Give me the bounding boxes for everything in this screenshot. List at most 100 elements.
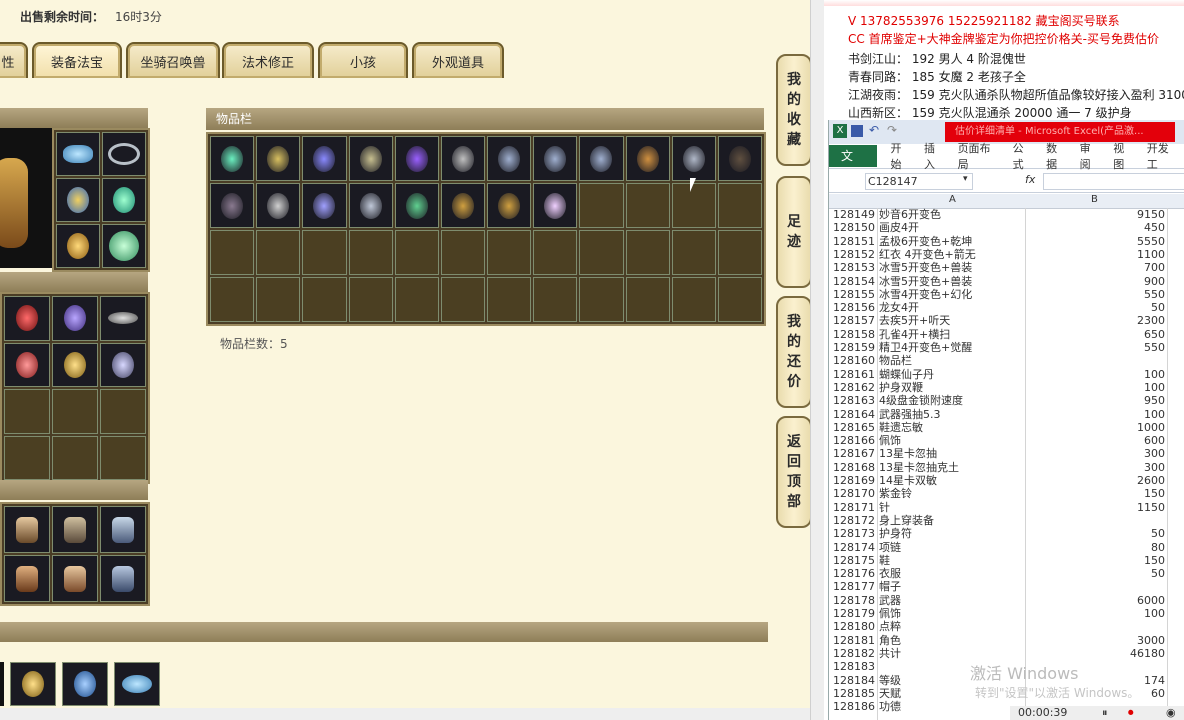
- pause-icon[interactable]: ⏸: [1102, 706, 1108, 720]
- cell-a[interactable]: 针: [879, 501, 1024, 514]
- row-number[interactable]: 128165: [833, 421, 877, 434]
- cell-a[interactable]: 武器: [879, 594, 1024, 607]
- row-number[interactable]: 128183: [833, 660, 877, 673]
- inventory-item[interactable]: [487, 136, 532, 181]
- row-number[interactable]: 128149: [833, 208, 877, 221]
- fx-icon[interactable]: fx: [1025, 173, 1035, 186]
- redo-icon[interactable]: ↷: [887, 123, 897, 137]
- equip-slot[interactable]: [56, 178, 100, 222]
- inventory-empty-slot[interactable]: [210, 277, 255, 322]
- inventory-empty-slot[interactable]: [625, 183, 670, 228]
- pet-slot[interactable]: [100, 506, 146, 553]
- inventory-item[interactable]: [394, 183, 439, 228]
- footprints-button[interactable]: 足迹: [776, 176, 810, 288]
- cell-a[interactable]: 鞋: [879, 554, 1024, 567]
- inventory-empty-slot[interactable]: [717, 183, 762, 228]
- cell-a[interactable]: 红衣 4开变色+箭无: [879, 248, 1024, 261]
- cell-a[interactable]: 精卫4开变色+觉醒: [879, 341, 1024, 354]
- tab-appearance[interactable]: 外观道具: [412, 42, 504, 78]
- name-box[interactable]: C128147: [865, 173, 973, 190]
- row-number[interactable]: 128151: [833, 235, 877, 248]
- cell-a[interactable]: 佩饰: [879, 607, 1024, 620]
- cell-a[interactable]: 14星卡双敏: [879, 474, 1024, 487]
- cell-a[interactable]: 角色: [879, 634, 1024, 647]
- pet-slot[interactable]: [4, 506, 50, 553]
- cell-b[interactable]: 2300: [1029, 314, 1165, 327]
- cell-a[interactable]: 孔雀4开+横扫: [879, 328, 1024, 341]
- row-number[interactable]: 128172: [833, 514, 877, 527]
- tab-mount-pet[interactable]: 坐骑召唤兽: [126, 42, 220, 78]
- inventory-item[interactable]: [487, 183, 532, 228]
- row-number[interactable]: 128168: [833, 461, 877, 474]
- row-number[interactable]: 128155: [833, 288, 877, 301]
- cell-b[interactable]: 100: [1029, 408, 1165, 421]
- cell-a[interactable]: 蝴蝶仙子丹: [879, 368, 1024, 381]
- ribbon-review-tab[interactable]: 审阅: [1080, 140, 1102, 172]
- row-number[interactable]: 128185: [833, 687, 877, 700]
- inventory-empty-slot[interactable]: [579, 277, 624, 322]
- item-slot[interactable]: [52, 296, 98, 341]
- empty-slot[interactable]: [100, 435, 146, 480]
- cell-a[interactable]: 冰雪4开变色+幻化: [879, 288, 1024, 301]
- equip-slot[interactable]: [102, 224, 146, 268]
- cell-b[interactable]: 300: [1029, 447, 1165, 460]
- inventory-empty-slot[interactable]: [579, 230, 624, 275]
- item-slot[interactable]: [114, 662, 160, 706]
- column-a-header[interactable]: A: [949, 194, 956, 205]
- cell-a[interactable]: 冰雪5开变色+兽装: [879, 275, 1024, 288]
- inventory-empty-slot[interactable]: [717, 230, 762, 275]
- cell-b[interactable]: 46180: [1029, 647, 1165, 660]
- tab-spell[interactable]: 法术修正: [222, 42, 314, 78]
- cell-b[interactable]: 650: [1029, 328, 1165, 341]
- cell-b[interactable]: 550: [1029, 341, 1165, 354]
- row-number[interactable]: 128159: [833, 341, 877, 354]
- row-number[interactable]: 128171: [833, 501, 877, 514]
- equip-slot[interactable]: [102, 132, 146, 176]
- pet-slot[interactable]: [4, 555, 50, 602]
- row-number[interactable]: 128160: [833, 354, 877, 367]
- cell-a[interactable]: 佩饰: [879, 434, 1024, 447]
- cell-b[interactable]: 1150: [1029, 501, 1165, 514]
- cell-b[interactable]: 600: [1029, 434, 1165, 447]
- cell-b[interactable]: 100: [1029, 381, 1165, 394]
- cell-b[interactable]: 700: [1029, 261, 1165, 274]
- cell-a[interactable]: 点粹: [879, 620, 1024, 633]
- cell-b[interactable]: 3000: [1029, 634, 1165, 647]
- vertical-scrollbar[interactable]: [810, 0, 825, 720]
- cell-b[interactable]: 1100: [1029, 248, 1165, 261]
- cell-a[interactable]: 物品栏: [879, 354, 1024, 367]
- equip-slot[interactable]: [56, 224, 100, 268]
- cell-b[interactable]: 5550: [1029, 235, 1165, 248]
- cell-a[interactable]: 龙女4开: [879, 301, 1024, 314]
- inventory-empty-slot[interactable]: [440, 277, 485, 322]
- inventory-item[interactable]: [625, 136, 670, 181]
- inventory-item[interactable]: [394, 136, 439, 181]
- row-number[interactable]: 128152: [833, 248, 877, 261]
- row-number[interactable]: 128174: [833, 541, 877, 554]
- cell-a[interactable]: 护身符: [879, 527, 1024, 540]
- row-number[interactable]: 128179: [833, 607, 877, 620]
- cell-a[interactable]: 帽子: [879, 580, 1024, 593]
- inventory-item[interactable]: [302, 136, 347, 181]
- cell-a[interactable]: 4级盘金锁附速度: [879, 394, 1024, 407]
- inventory-empty-slot[interactable]: [487, 230, 532, 275]
- row-number[interactable]: 128153: [833, 261, 877, 274]
- inventory-item[interactable]: [717, 136, 762, 181]
- cell-b[interactable]: 2600: [1029, 474, 1165, 487]
- cell-b[interactable]: 9150: [1029, 208, 1165, 221]
- save-icon[interactable]: [851, 125, 863, 137]
- cell-b[interactable]: 50: [1029, 567, 1165, 580]
- row-number[interactable]: 128176: [833, 567, 877, 580]
- cell-a[interactable]: 冰雪5开变色+兽装: [879, 261, 1024, 274]
- ribbon-developer-tab[interactable]: 开发工: [1147, 140, 1179, 172]
- inventory-item[interactable]: [533, 136, 578, 181]
- inventory-item[interactable]: [210, 183, 255, 228]
- my-favorites-button[interactable]: 我的收藏: [776, 54, 810, 166]
- inventory-item[interactable]: [302, 183, 347, 228]
- cell-a[interactable]: 画皮4开: [879, 221, 1024, 234]
- cell-a[interactable]: 紫金铃: [879, 487, 1024, 500]
- cell-b[interactable]: 300: [1029, 461, 1165, 474]
- row-number[interactable]: 128186: [833, 700, 877, 713]
- inventory-empty-slot[interactable]: [256, 277, 301, 322]
- camera-icon[interactable]: ◉: [1166, 706, 1176, 719]
